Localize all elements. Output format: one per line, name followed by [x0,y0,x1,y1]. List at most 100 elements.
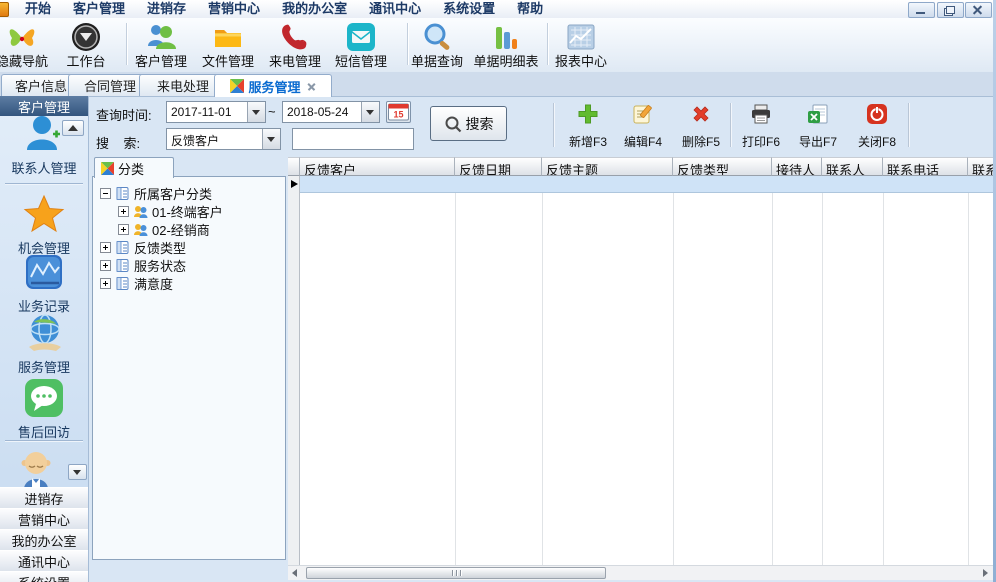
tree-node-distributors[interactable]: 02-经销商 [118,220,210,238]
date-to-combobox[interactable]: 2018-05-24 [282,101,380,123]
menu-item-system-settings[interactable]: 系统设置 [432,0,506,18]
toolbar-sms-button[interactable]: 短信管理 [330,21,392,69]
category-list-icon [115,276,130,291]
toolbar-customer-mgmt-button[interactable]: 客户管理 [130,21,192,69]
export-button[interactable]: 导出F7 [793,102,843,150]
tree-node-satisfaction[interactable]: 满意度 [100,274,173,292]
phone-icon [279,21,311,53]
delete-button[interactable]: 删除F5 [676,102,726,150]
search-keyword-input[interactable] [292,128,414,150]
globe-service-icon [22,311,66,355]
scroll-right-button[interactable] [978,566,993,580]
tab-close-icon[interactable] [307,82,316,91]
application-window: 开始 客户管理 进销存 营销中心 我的办公室 通讯中心 系统设置 帮助 隐藏导航… [0,0,996,582]
dropdown-arrow-icon[interactable] [262,129,280,149]
sidebar-group-header-my-office[interactable]: 我的办公室 [0,529,88,551]
sidebar-item-service-mgmt[interactable]: 服务管理 [0,311,88,376]
tree-node-feedback-type[interactable]: 反馈类型 [100,238,186,256]
tree-node-terminal-customers[interactable]: 01-终端客户 [118,202,223,220]
expand-icon[interactable] [118,206,129,217]
calendar-icon: 15 [388,103,409,121]
close-button[interactable] [965,2,992,18]
menu-item-customer-mgmt[interactable]: 客户管理 [62,0,136,18]
dropdown-arrow-icon[interactable] [247,102,265,122]
scroll-left-button[interactable] [288,566,303,580]
minimize-icon [916,12,925,14]
menu-item-inventory[interactable]: 进销存 [136,0,197,18]
tree-node-customer-category[interactable]: 所属客户分类 [100,184,212,202]
panel-separator [908,103,910,147]
power-icon [865,102,889,126]
search-button[interactable]: 搜索 [430,106,507,141]
column-header-contact-phone[interactable]: 联系电话 [883,157,968,176]
menu-item-marketing[interactable]: 营销中心 [197,0,271,18]
date-from-combobox[interactable]: 2017-11-01 [166,101,266,123]
grid-header-indicator [288,157,300,176]
search-field-combobox[interactable]: 反馈客户 [166,128,281,150]
minimize-button[interactable] [908,2,935,18]
expand-icon[interactable] [118,224,129,235]
sidebar-item-business-records[interactable]: 业务记录 [0,250,88,315]
toolbar-doc-query-button[interactable]: 单据查询 [405,21,469,69]
calendar-picker-button[interactable]: 15 [386,101,411,123]
toolbar-report-center-button[interactable]: 报表中心 [550,21,612,69]
menu-item-communication[interactable]: 通讯中心 [358,0,432,18]
edit-notepad-icon [631,102,655,126]
down-arrow-icon [73,470,81,475]
category-list-icon [115,258,130,273]
tab-service-mgmt[interactable]: 服务管理 [214,74,332,97]
printer-icon [749,102,773,126]
toolbar-incoming-call-button[interactable]: 来电管理 [264,21,326,69]
folder-icon [212,21,244,53]
colorful-pinwheel-icon [101,162,114,175]
menu-item-my-office[interactable]: 我的办公室 [271,0,358,18]
scrollbar-thumb[interactable] [306,567,606,579]
customers-icon [145,21,177,53]
dropdown-arrow-icon[interactable] [361,102,379,122]
sidebar-item-contact-mgmt[interactable]: 联系人管理 [0,112,88,177]
sidebar-item-after-sales-callback[interactable]: 售后回访 [0,376,88,441]
plus-icon [576,102,600,126]
menu-item-help[interactable]: 帮助 [506,0,554,18]
expand-icon[interactable] [100,242,111,253]
sidebar-group-header-inventory[interactable]: 进销存 [0,487,88,509]
menu-bar: 开始 客户管理 进销存 营销中心 我的办公室 通讯中心 系统设置 帮助 [0,0,996,19]
panel-separator [730,103,732,147]
horizontal-scrollbar[interactable] [288,565,993,580]
contact-person-icon [22,112,66,156]
collapse-icon[interactable] [100,188,111,199]
tree-node-service-status[interactable]: 服务状态 [100,256,186,274]
sidebar-group-header-system-settings[interactable]: 系统设置 [0,571,88,582]
selected-empty-row[interactable] [300,176,993,193]
colorful-pinwheel-icon [230,79,244,93]
column-header-feedback-date[interactable]: 反馈日期 [455,157,542,176]
add-button[interactable]: 新增F3 [563,102,613,150]
column-header-receptionist[interactable]: 接待人 [772,157,822,176]
close-form-button[interactable]: 关闭F8 [852,102,902,150]
column-header-feedback-customer[interactable]: 反馈客户 [300,157,455,176]
sidebar-group-header-marketing[interactable]: 营销中心 [0,508,88,530]
print-button[interactable]: 打印F6 [736,102,786,150]
column-header-contact[interactable]: 联系人 [822,157,883,176]
sidebar-item-opportunity-mgmt[interactable]: 机会管理 [0,192,88,257]
edit-button[interactable]: 编辑F4 [618,102,668,150]
expand-icon[interactable] [100,260,111,271]
svg-text:15: 15 [393,110,403,120]
menu-item-start[interactable]: 开始 [14,0,62,18]
tree-tab-category[interactable]: 分类 [94,157,174,178]
toolbar-file-mgmt-button[interactable]: 文件管理 [197,21,259,69]
expand-icon[interactable] [100,278,111,289]
column-header-contact-truncated[interactable]: 联系 [968,157,996,176]
sidebar-scroll-down-button[interactable] [68,464,87,480]
toolbar-hide-nav-button[interactable]: 隐藏导航 [0,21,58,69]
toolbar-workbench-button[interactable]: 工作台 [55,21,117,69]
column-header-feedback-type[interactable]: 反馈类型 [673,157,772,176]
restore-button[interactable] [937,2,964,18]
panel-separator [553,103,555,147]
toolbar-doc-detail-button[interactable]: 单据明细表 [468,21,544,69]
column-header-feedback-subject[interactable]: 反馈主题 [542,157,673,176]
sidebar-group-header-communication[interactable]: 通讯中心 [0,550,88,572]
records-chart-icon [22,250,66,294]
toolbar-separator [547,23,549,65]
sidebar-separator [5,440,83,442]
